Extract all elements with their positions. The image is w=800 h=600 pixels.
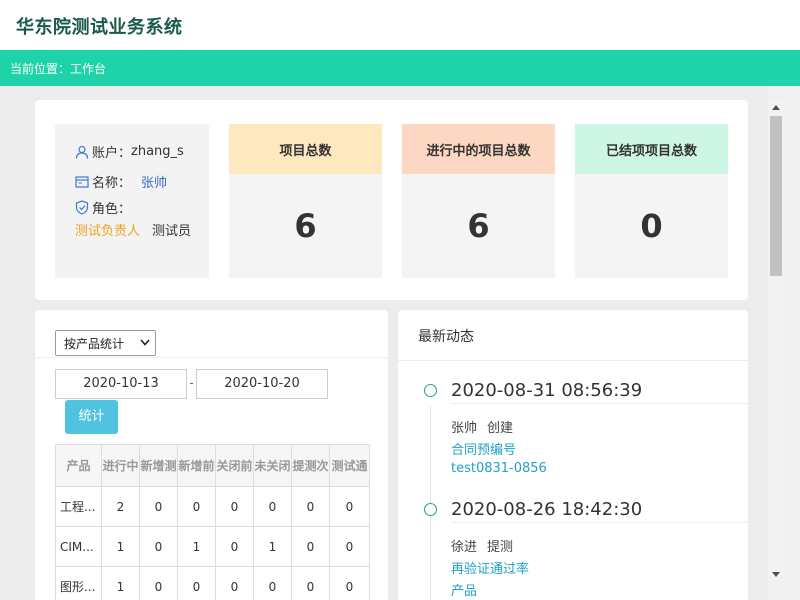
table-cell: 0 (329, 526, 370, 567)
table-cell: 0 (215, 526, 254, 567)
column-header: 产品 (55, 444, 102, 487)
table-cell: 0 (177, 486, 216, 527)
end-date-input[interactable]: 2020-10-20 (196, 369, 328, 399)
table-cell: 工程... (55, 486, 102, 527)
table-row[interactable]: 图形... 1 0 0 0 0 0 0 (55, 566, 370, 600)
column-header: 提测次 (291, 444, 330, 487)
stat-type-select[interactable]: 按产品统计 (55, 330, 156, 356)
date-separator: - (189, 376, 194, 390)
table-cell: 2 (101, 486, 140, 527)
stat-button[interactable]: 统计 (65, 400, 118, 434)
activity-meta: 徐进 提测 (451, 536, 513, 555)
activity-meta: 张帅 创建 (451, 417, 513, 436)
activity-link[interactable]: test0831-0856 (451, 461, 547, 476)
stat-label: 进行中的项目总数 (402, 124, 555, 174)
shield-icon (75, 200, 89, 215)
table-cell: CIM... (55, 526, 102, 567)
table-row[interactable]: 工程... 2 0 0 0 0 0 0 (55, 486, 370, 527)
column-header: 未关闭 (253, 444, 292, 487)
start-date-input[interactable]: 2020-10-13 (55, 369, 187, 399)
activity-action: 提测 (487, 540, 514, 555)
table-cell: 0 (139, 486, 178, 527)
stat-total-projects: 项目总数 6 (229, 124, 382, 278)
activity-action: 创建 (487, 421, 514, 436)
table-cell: 0 (177, 566, 216, 600)
role-label: 角色： (92, 202, 132, 217)
table-cell: 0 (291, 566, 330, 600)
scroll-down-arrow-icon[interactable] (772, 572, 780, 578)
user-info-box: 账户： zhang_s 名称： 张帅 角色： 测试负责人 测试员 (55, 124, 209, 278)
table-row[interactable]: CIM... 1 0 1 0 1 0 0 (55, 526, 370, 567)
select-value: 按产品统计 (64, 337, 125, 351)
breadcrumb: 当前位置：工作台 (10, 62, 107, 76)
activity-time: 2020-08-31 08:56:39 (451, 380, 643, 401)
role-row: 角色： (75, 198, 131, 217)
column-header: 关闭前 (215, 444, 254, 487)
chevron-down-icon (140, 339, 150, 346)
activity-time: 2020-08-26 18:42:30 (451, 499, 643, 520)
timeline-dot (424, 503, 437, 516)
table-cell: 0 (139, 526, 178, 567)
scroll-up-arrow-icon[interactable] (772, 105, 780, 111)
stat-in-progress-projects: 进行中的项目总数 6 (402, 124, 555, 278)
role-list: 测试负责人 测试员 (75, 220, 191, 239)
activity-link[interactable]: 再验证通过率 (451, 558, 529, 577)
stat-value: 0 (640, 207, 663, 245)
table-cell: 0 (215, 566, 254, 600)
table-header-row: 产品 进行中 新增测 新增前 关闭前 未关闭 提测次 测试通 (55, 444, 370, 487)
divider (398, 360, 748, 361)
stats-table: 产品 进行中 新增测 新增前 关闭前 未关闭 提测次 测试通 工程... 2 0… (55, 444, 370, 600)
table-cell: 1 (177, 526, 216, 567)
column-header: 进行中 (101, 444, 140, 487)
column-header: 新增前 (177, 444, 216, 487)
stat-value: 6 (294, 207, 317, 245)
name-label: 名称： (92, 176, 132, 191)
name-value: 张帅 (141, 176, 168, 191)
activity-link[interactable]: 产品 (451, 580, 477, 599)
table-cell: 1 (101, 526, 140, 567)
stat-label: 项目总数 (229, 124, 382, 174)
account-value: zhang_s (131, 144, 184, 159)
table-cell: 图形... (55, 566, 102, 600)
name-row: 名称： 张帅 (75, 172, 167, 191)
divider (451, 403, 748, 404)
table-cell: 1 (253, 526, 292, 567)
timeline-dot (424, 384, 437, 397)
table-cell: 1 (101, 566, 140, 600)
table-cell: 0 (291, 526, 330, 567)
table-cell: 0 (139, 566, 178, 600)
main-content: 账户： zhang_s 名称： 张帅 角色： 测试负责人 测试员 项目总数 6 进… (0, 86, 768, 600)
account-label: 账户： (92, 146, 132, 161)
role-tag-lead: 测试负责人 (75, 224, 141, 239)
divider (35, 357, 388, 358)
table-cell: 0 (291, 486, 330, 527)
scrollbar-thumb[interactable] (770, 116, 782, 276)
table-cell: 0 (253, 486, 292, 527)
column-header: 新增测 (139, 444, 178, 487)
role-tag-tester: 测试员 (152, 224, 192, 239)
divider (451, 522, 748, 523)
user-icon (75, 145, 89, 159)
table-cell: 0 (215, 486, 254, 527)
account-row: 账户： zhang_s (75, 142, 184, 161)
table-cell: 0 (329, 566, 370, 600)
table-cell: 0 (253, 566, 292, 600)
statistics-card: 按产品统计 2020-10-13 - 2020-10-20 统计 产品 进行中 … (35, 310, 388, 600)
activity-user: 徐进 (451, 540, 478, 555)
stat-closed-projects: 已结项项目总数 0 (575, 124, 728, 278)
activity-card: 最新动态 2020-08-31 08:56:39 张帅 创建 合同预编号 test… (398, 310, 748, 600)
breadcrumb-bar: 当前位置：工作台 (0, 50, 800, 86)
top-bar: 华东院测试业务系统 (0, 0, 800, 50)
id-card-icon (75, 175, 89, 188)
activity-link[interactable]: 合同预编号 (451, 439, 516, 458)
stat-value: 6 (467, 207, 490, 245)
table-cell: 0 (329, 486, 370, 527)
stat-label: 已结项项目总数 (575, 124, 728, 174)
activity-user: 张帅 (451, 421, 478, 436)
column-header: 测试通 (329, 444, 370, 487)
summary-card: 账户： zhang_s 名称： 张帅 角色： 测试负责人 测试员 项目总数 6 进… (35, 100, 748, 300)
app-title: 华东院测试业务系统 (16, 17, 183, 38)
activity-title: 最新动态 (418, 329, 474, 345)
